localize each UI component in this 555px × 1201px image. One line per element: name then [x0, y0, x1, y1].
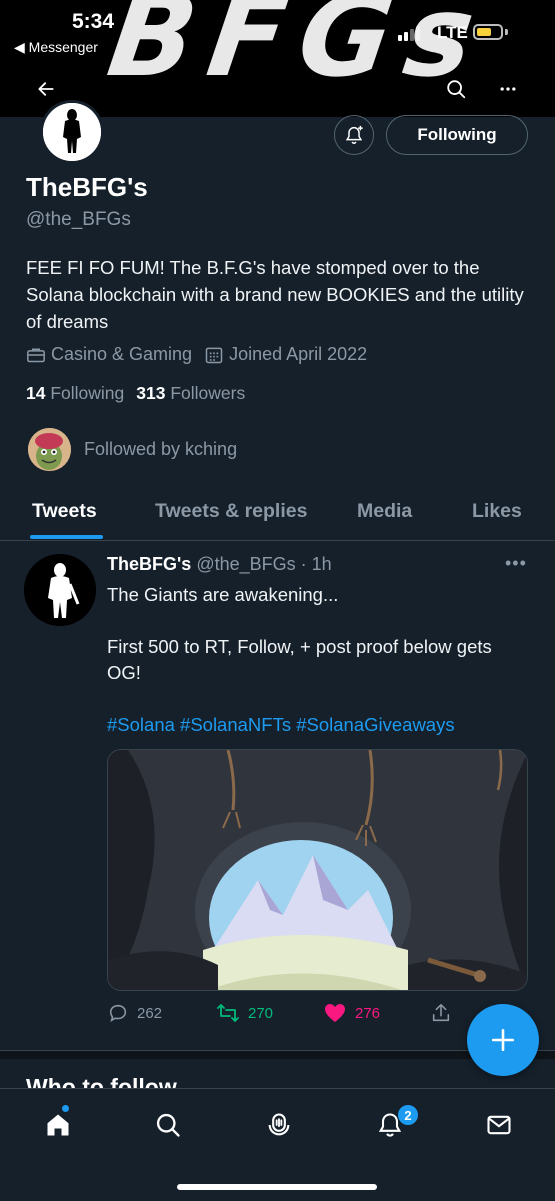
tweet-hashtags[interactable]: #Solana #SolanaNFTs #SolanaGiveaways	[107, 714, 455, 736]
followers-stat[interactable]: 313 Followers	[136, 383, 245, 404]
tab-media[interactable]: Media	[357, 500, 412, 523]
calendar-icon	[205, 347, 223, 363]
retweet-action[interactable]: 270	[216, 1002, 273, 1024]
tweet-media-image[interactable]	[107, 749, 528, 991]
notifications-bell-button[interactable]	[334, 115, 374, 155]
retweet-count: 270	[248, 1004, 274, 1022]
tab-tweets[interactable]: Tweets	[32, 500, 97, 523]
battery-icon	[473, 24, 503, 40]
spaces-icon	[268, 1113, 290, 1136]
compose-tweet-button[interactable]	[467, 1004, 539, 1076]
nav-search[interactable]	[150, 1107, 186, 1143]
profile-stats: 14 Following 313 Followers	[26, 383, 245, 404]
tweet-text: The Giants are awakening... First 500 to…	[107, 582, 527, 686]
retweet-icon	[217, 1004, 239, 1022]
active-tab-indicator	[30, 535, 103, 539]
profile-meta: Casino & Gaming Joined April 2022	[26, 344, 379, 365]
share-icon	[432, 1003, 450, 1022]
profile-handle: @the_BFGs	[26, 209, 131, 230]
profile-name: TheBFG's	[26, 172, 148, 202]
heart-filled-icon	[325, 1004, 345, 1022]
reply-action[interactable]: 262	[107, 1002, 162, 1024]
arrow-left-icon	[38, 82, 54, 96]
followed-by-row[interactable]: Followed by kching	[28, 428, 237, 471]
tweet-header: TheBFG's @the_BFGs · 1h	[107, 554, 332, 575]
creature-avatar-icon	[28, 428, 71, 471]
nav-home[interactable]	[40, 1107, 76, 1143]
nav-spaces[interactable]	[261, 1107, 297, 1143]
briefcase-icon	[27, 348, 45, 362]
profile-bio: FEE FI FO FUM! The B.F.G's have stomped …	[26, 257, 524, 332]
tweet-handle-time: @the_BFGs · 1h	[196, 554, 332, 574]
tweet-avatar[interactable]	[24, 554, 96, 626]
reply-count: 262	[137, 1004, 163, 1022]
followed-by-text: Followed by kching	[84, 439, 238, 459]
network-type: LTE	[437, 23, 468, 42]
tweet-author-name[interactable]: TheBFG's	[107, 554, 191, 574]
new-content-dot	[62, 1105, 69, 1112]
home-indicator	[177, 1184, 377, 1190]
banner-art: BFGs	[100, 0, 496, 102]
profile-category: Casino & Gaming	[51, 344, 193, 364]
like-action[interactable]: 276	[323, 1002, 380, 1024]
search-button[interactable]	[438, 71, 474, 107]
who-to-follow-heading: Who to follow	[26, 1074, 177, 1088]
back-to-app-link[interactable]: ◀ Messenger	[14, 39, 98, 56]
following-stat[interactable]: 14 Following	[26, 383, 124, 404]
reply-icon	[109, 1004, 127, 1022]
signal-icon	[398, 26, 420, 41]
profile-tabs: Tweets Tweets & replies Media Likes	[0, 490, 555, 541]
tab-likes[interactable]: Likes	[472, 500, 522, 523]
tweet-more-button[interactable]: •••	[505, 553, 527, 574]
profile-joined: Joined April 2022	[229, 344, 368, 364]
follower-avatar	[28, 428, 71, 471]
bell-plus-icon	[345, 125, 363, 144]
home-icon	[47, 1114, 69, 1136]
mail-icon	[487, 1115, 511, 1135]
profile-avatar[interactable]	[40, 100, 104, 164]
like-count: 276	[355, 1004, 381, 1022]
nav-messages[interactable]	[481, 1107, 517, 1143]
search-icon	[156, 1113, 180, 1137]
tweet-text-line: The Giants are awakening...	[107, 584, 339, 605]
following-button[interactable]: Following	[386, 115, 528, 155]
tweet-text-line: First 500 to RT, Follow, + post proof be…	[107, 636, 492, 683]
status-time: 5:34	[72, 10, 115, 33]
tab-tweets-and-replies[interactable]: Tweets & replies	[155, 500, 307, 523]
cave-landscape-image	[108, 750, 527, 990]
more-options-button[interactable]	[490, 71, 526, 107]
plus-icon	[491, 1028, 515, 1052]
notification-badge: 2	[397, 1104, 419, 1126]
search-icon	[447, 80, 466, 99]
giant-silhouette-icon	[43, 103, 101, 161]
share-action[interactable]	[430, 1002, 452, 1024]
more-horizontal-icon	[500, 87, 516, 91]
giant-silhouette-icon	[24, 554, 96, 626]
